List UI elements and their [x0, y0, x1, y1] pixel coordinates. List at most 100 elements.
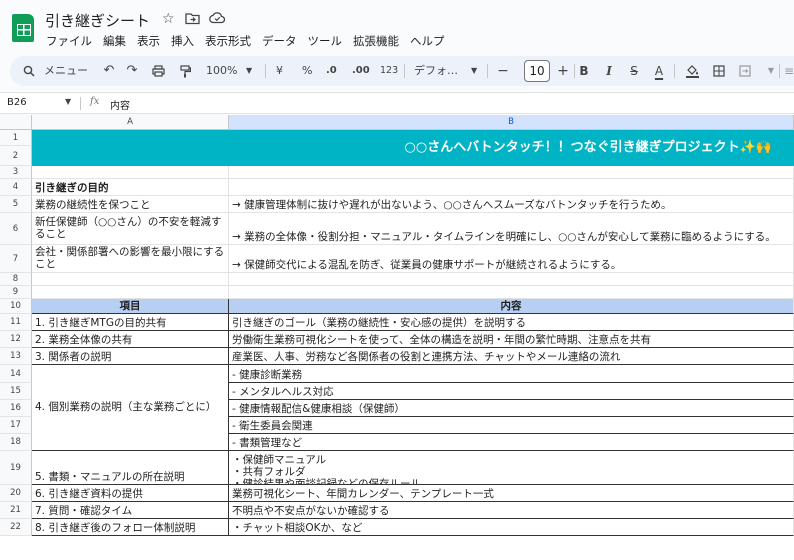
font-size-decrease-button[interactable]: −	[497, 56, 509, 86]
purpose-item[interactable]: 業務の継続性を保つこと	[32, 196, 229, 213]
table-item-label[interactable]: 4. 個別業務の説明（主な業務ごとに）	[32, 365, 229, 451]
menu-extensions[interactable]: 拡張機能	[353, 33, 399, 49]
cell[interactable]	[229, 179, 794, 196]
font-family-select[interactable]: デフォ…	[414, 56, 458, 86]
row-header[interactable]: 22	[0, 519, 32, 536]
row-header[interactable]: 21	[0, 502, 32, 519]
column-header-a[interactable]: A	[32, 115, 229, 130]
menu-search-input[interactable]: メニュー	[44, 56, 88, 86]
text-color-icon[interactable]: A	[652, 56, 666, 86]
row-header[interactable]: 17	[0, 417, 32, 434]
table-item-content[interactable]: - メンタルヘルス対応	[229, 383, 794, 400]
cell[interactable]	[229, 286, 794, 299]
table-item-label[interactable]: 5. 書類・マニュアルの所在説明	[32, 451, 229, 485]
align-icon[interactable]: ≡	[784, 56, 794, 86]
more-formats-button[interactable]: 123	[380, 56, 398, 86]
merge-caret-icon[interactable]: ▼	[765, 56, 777, 86]
purpose-description[interactable]: → 健康管理体制に抜けや遅れが出ないよう、○○さんへスムーズなバトンタッチを行う…	[229, 196, 794, 213]
row-header[interactable]: 12	[0, 331, 32, 348]
font-caret-icon[interactable]: ▼	[471, 56, 477, 86]
menu-tools[interactable]: ツール	[308, 33, 343, 49]
borders-icon[interactable]	[712, 56, 726, 86]
italic-icon[interactable]: I	[602, 56, 616, 86]
row-header[interactable]: 3	[0, 166, 32, 179]
menu-insert[interactable]: 挿入	[171, 33, 194, 49]
table-item-content[interactable]: 労働衛生業務可視化シートを使って、全体の構造を説明・年間の繁忙時期、注意点を共有	[229, 331, 794, 348]
table-item-content[interactable]: 産業医、人事、労務など各関係者の役割と連携方法、チャットやメール連絡の流れ	[229, 348, 794, 365]
sheets-logo-icon[interactable]	[12, 14, 34, 42]
merge-cells-icon[interactable]	[738, 56, 752, 86]
zoom-select[interactable]: 100%	[206, 56, 237, 86]
table-item-content[interactable]: - 衛生委員会関連	[229, 417, 794, 434]
table-header-content[interactable]: 内容	[229, 299, 794, 314]
row-header[interactable]: 8	[0, 273, 32, 286]
fill-color-icon[interactable]	[685, 56, 699, 86]
format-percent-button[interactable]: %	[302, 56, 312, 86]
print-icon[interactable]	[150, 56, 166, 86]
purpose-item[interactable]: 会社・関係部署への影響を最小限にすること	[32, 245, 229, 273]
bold-icon[interactable]: B	[577, 56, 591, 86]
column-header-b[interactable]: B	[229, 115, 794, 130]
row-header[interactable]: 10	[0, 299, 32, 314]
redo-icon[interactable]: ↷	[125, 56, 139, 86]
table-item-content[interactable]: 引き継ぎのゴール（業務の継続性・安心感の提供）を説明する	[229, 314, 794, 331]
row-header[interactable]: 14	[0, 365, 32, 383]
row-header[interactable]: 15	[0, 383, 32, 400]
menu-edit[interactable]: 編集	[103, 33, 126, 49]
table-item-content[interactable]: - 書類管理など	[229, 434, 794, 451]
strikethrough-icon[interactable]: S	[627, 56, 641, 86]
table-header-item[interactable]: 項目	[32, 299, 229, 314]
purpose-description[interactable]: → 業務の全体像・役割分担・マニュアル・タイムラインを明確にし、○○さんが安心し…	[229, 213, 794, 245]
menu-format[interactable]: 表示形式	[205, 33, 251, 49]
row-header[interactable]: 5	[0, 196, 32, 213]
row-header[interactable]: 20	[0, 485, 32, 502]
menu-data[interactable]: データ	[262, 33, 297, 49]
table-item-label[interactable]: 6. 引き継ぎ資料の提供	[32, 485, 229, 502]
spreadsheet-grid[interactable]: A B 1 2 3 4 5 6 7 8 9 10 11 12 13 14 15 16 17 18 19 20 21 22 ○…	[0, 115, 794, 560]
cell[interactable]	[32, 273, 229, 286]
purpose-item[interactable]: 新任保健師（○○さん）の不安を軽減すること	[32, 213, 229, 245]
row-header[interactable]: 16	[0, 400, 32, 417]
zoom-caret-icon[interactable]: ▼	[246, 56, 252, 86]
cell[interactable]	[229, 166, 794, 179]
row-header[interactable]: 11	[0, 314, 32, 331]
table-item-label[interactable]: 2. 業務全体像の共有	[32, 331, 229, 348]
cell[interactable]	[32, 286, 229, 299]
row-header[interactable]: 7	[0, 245, 32, 273]
table-item-content[interactable]: 業務可視化シート、年間カレンダー、テンプレート一式	[229, 485, 794, 502]
select-all-corner[interactable]	[0, 115, 32, 130]
row-header[interactable]: 2	[0, 146, 32, 166]
font-size-increase-button[interactable]: +	[557, 56, 569, 86]
cloud-saved-icon[interactable]	[209, 11, 226, 28]
purpose-title[interactable]: 引き継ぎの目的	[32, 179, 229, 196]
cell[interactable]	[32, 166, 229, 179]
table-item-content[interactable]: ・保健師マニュアル ・共有フォルダ ・健診結果や面談記録などの保存ルール	[229, 451, 794, 485]
table-item-label[interactable]: 8. 引き継ぎ後のフォロー体制説明	[32, 519, 229, 536]
formula-input[interactable]: 内容	[110, 97, 130, 112]
table-item-content[interactable]: - 健康情報配信&健康相談（保健師）	[229, 400, 794, 417]
table-item-content[interactable]: 不明点や不安点がないか確認する	[229, 502, 794, 519]
cell[interactable]	[229, 273, 794, 286]
table-item-label[interactable]: 7. 質問・確認タイム	[32, 502, 229, 519]
row-header[interactable]: 13	[0, 348, 32, 365]
name-box[interactable]: B26	[7, 97, 27, 108]
row-header[interactable]: 6	[0, 213, 32, 245]
purpose-description[interactable]: → 保健師交代による混乱を防ぎ、従業員の健康サポートが継続されるようにする。	[229, 245, 794, 273]
document-title[interactable]: 引き継ぎシート	[45, 10, 150, 31]
star-icon[interactable]: ☆	[162, 11, 175, 27]
font-size-input[interactable]: 10	[524, 60, 550, 82]
banner-cell[interactable]: ○○さんへバトンタッチ！！つなぐ引き継ぎプロジェクト✨🙌	[229, 130, 794, 166]
row-header[interactable]: 19	[0, 451, 32, 485]
format-currency-button[interactable]: ¥	[276, 56, 283, 86]
table-item-label[interactable]: 3. 関係者の説明	[32, 348, 229, 365]
move-to-folder-icon[interactable]	[185, 11, 200, 29]
menu-help[interactable]: ヘルプ	[410, 33, 445, 49]
row-header[interactable]: 9	[0, 286, 32, 299]
undo-icon[interactable]: ↶	[102, 56, 116, 86]
menu-view[interactable]: 表示	[137, 33, 160, 49]
banner-cell-a[interactable]	[32, 130, 229, 166]
paint-format-icon[interactable]	[178, 56, 192, 86]
table-item-label[interactable]: 1. 引き継ぎMTGの目的共有	[32, 314, 229, 331]
decrease-decimal-button[interactable]: .0	[326, 56, 337, 86]
row-header[interactable]: 4	[0, 179, 32, 196]
